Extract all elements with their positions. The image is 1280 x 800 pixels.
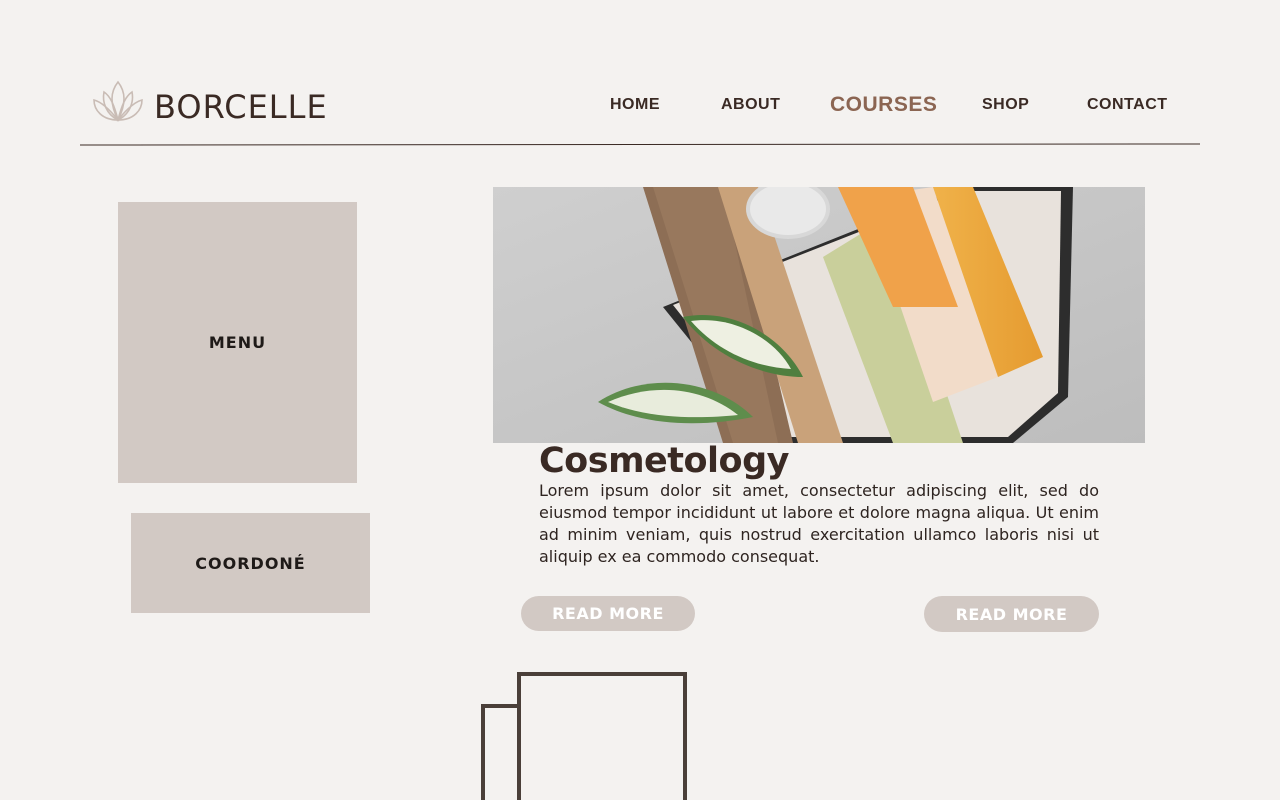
decorative-frames (481, 672, 687, 800)
coordone-label: COORDONÉ (195, 553, 306, 573)
read-more-button-1[interactable]: READ MORE (521, 596, 695, 631)
brand-name: BORCELLE (154, 88, 328, 126)
brand-logo[interactable]: BORCELLE (92, 78, 327, 126)
read-more-button-2[interactable]: READ MORE (924, 596, 1099, 632)
hero-image (493, 187, 1145, 443)
menu-panel[interactable]: MENU (118, 202, 357, 483)
coordone-panel[interactable]: COORDONÉ (131, 513, 370, 613)
menu-label: MENU (208, 333, 267, 352)
nav-courses[interactable]: COURSES (830, 93, 937, 117)
header-divider (79, 143, 1201, 146)
nav-shop[interactable]: SHOP (982, 96, 1029, 114)
nav-about[interactable]: ABOUT (721, 96, 780, 114)
article-title: Cosmetology (539, 441, 789, 481)
nav-home[interactable]: HOME (610, 96, 660, 114)
nav-contact[interactable]: CONTACT (1087, 96, 1168, 114)
lotus-icon (93, 80, 143, 122)
article-body: Lorem ipsum dolor sit amet, consectetur … (539, 481, 1099, 566)
